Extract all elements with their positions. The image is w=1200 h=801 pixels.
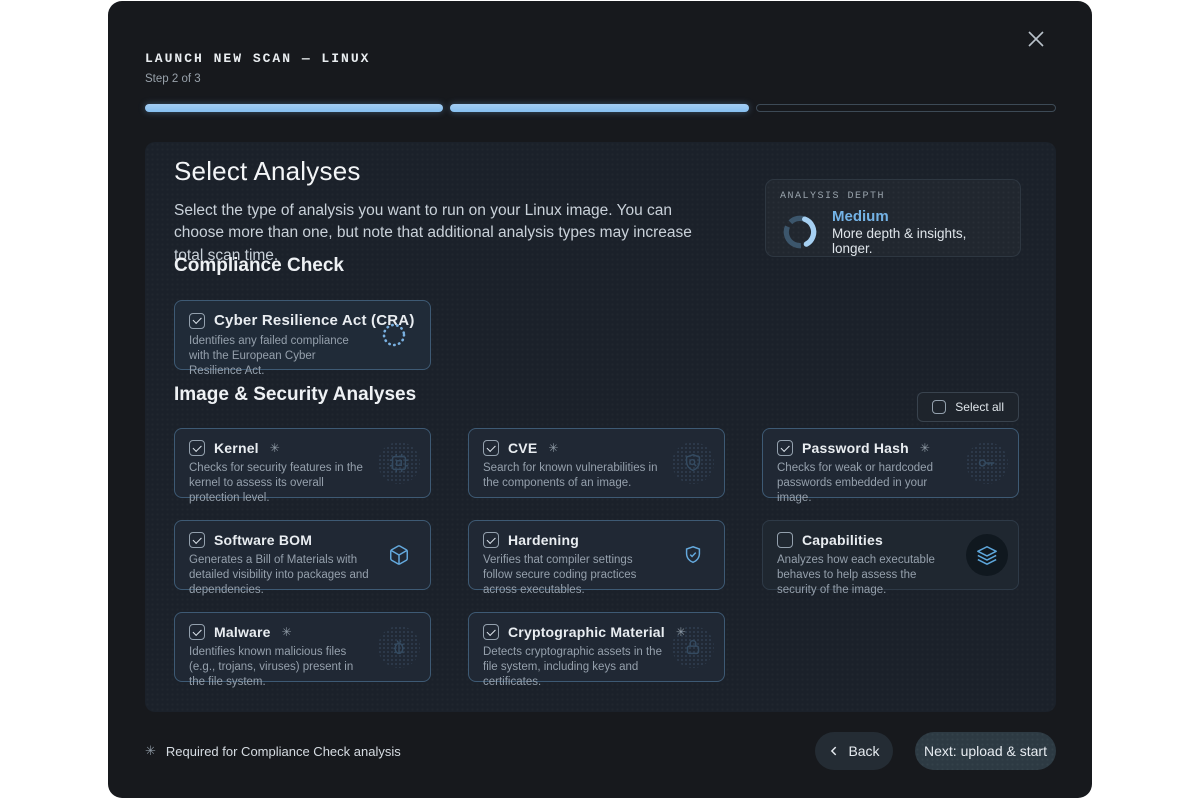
- select-all-label: Select all: [955, 400, 1004, 414]
- analysis-card-kernel[interactable]: Kernel Checks for security features in t…: [174, 428, 431, 498]
- analysis-card-password-hash[interactable]: Password Hash Checks for weak or hardcod…: [762, 428, 1019, 498]
- analysis-card-hardening[interactable]: Hardening Verifies that compiler setting…: [468, 520, 725, 590]
- select-all-button[interactable]: Select all: [917, 392, 1019, 422]
- required-asterisk-icon: [282, 625, 292, 639]
- compliance-section-heading: Compliance Check: [174, 255, 344, 277]
- progress-segment-2: [450, 104, 748, 112]
- card-label: Kernel: [214, 440, 259, 456]
- analysis-card-software-bom[interactable]: Software BOM Generates a Bill of Materia…: [174, 520, 431, 590]
- launch-scan-modal: LAUNCH NEW SCAN — LINUX Step 2 of 3 Sele…: [108, 1, 1092, 798]
- analysis-card-cryptographic-material[interactable]: Cryptographic Material Detects cryptogra…: [468, 612, 725, 682]
- progress-segment-1: [145, 104, 443, 112]
- analysis-depth-label: ANALYSIS DEPTH: [780, 191, 1006, 202]
- back-button-label: Back: [848, 743, 879, 759]
- cve-checkbox[interactable]: [483, 440, 499, 456]
- security-section-heading: Image & Security Analyses: [174, 384, 416, 406]
- dotted-circle-icon: [380, 321, 408, 349]
- depth-value: Medium: [832, 208, 1006, 225]
- software-bom-checkbox[interactable]: [189, 532, 205, 548]
- card-label: Malware: [214, 624, 271, 640]
- card-label: Password Hash: [802, 440, 909, 456]
- modal-footer: Required for Compliance Check analysis B…: [145, 732, 1056, 770]
- cra-checkbox[interactable]: [189, 313, 205, 329]
- analysis-card-cra[interactable]: Cyber Resilience Act (CRA) Identifies an…: [174, 300, 431, 370]
- shield-check-icon: [672, 534, 714, 576]
- analysis-card-malware[interactable]: Malware Identifies known malicious files…: [174, 612, 431, 682]
- gauge-ring-icon: [780, 212, 820, 252]
- required-asterisk-icon: [145, 743, 156, 759]
- capabilities-checkbox[interactable]: [777, 532, 793, 548]
- page-title: Select Analyses: [174, 156, 361, 187]
- back-button[interactable]: Back: [815, 732, 893, 770]
- key-icon: [966, 442, 1008, 484]
- layers-icon: [966, 534, 1008, 576]
- card-label: Hardening: [508, 532, 579, 548]
- card-label: Capabilities: [802, 532, 883, 548]
- kernel-checkbox[interactable]: [189, 440, 205, 456]
- cryptographic-material-checkbox[interactable]: [483, 624, 499, 640]
- select-all-checkbox[interactable]: [932, 400, 946, 414]
- step-indicator: Step 2 of 3: [145, 73, 370, 85]
- chevron-left-icon: [828, 745, 840, 757]
- depth-description: More depth & insights, longer.: [832, 226, 1006, 256]
- analyses-panel: Select Analyses Select the type of analy…: [145, 142, 1056, 712]
- modal-title: LAUNCH NEW SCAN — LINUX: [145, 51, 370, 66]
- required-note-text: Required for Compliance Check analysis: [166, 744, 401, 759]
- lock-icon: [672, 626, 714, 668]
- malware-checkbox[interactable]: [189, 624, 205, 640]
- analysis-card-cve[interactable]: CVE Search for known vulnerabilities in …: [468, 428, 725, 498]
- card-label: Cryptographic Material: [508, 624, 665, 640]
- bug-icon: [378, 626, 420, 668]
- next-button[interactable]: Next: upload & start: [915, 732, 1056, 770]
- password-hash-checkbox[interactable]: [777, 440, 793, 456]
- required-note: Required for Compliance Check analysis: [145, 743, 401, 759]
- progress-bar: [145, 104, 1056, 112]
- analysis-card-capabilities[interactable]: Capabilities Analyzes how each executabl…: [762, 520, 1019, 590]
- modal-header: LAUNCH NEW SCAN — LINUX Step 2 of 3: [145, 51, 370, 85]
- required-asterisk-icon: [270, 441, 280, 455]
- required-asterisk-icon: [548, 441, 558, 455]
- security-cards-grid: Kernel Checks for security features in t…: [174, 428, 1019, 682]
- close-icon[interactable]: [1022, 25, 1050, 53]
- required-asterisk-icon: [920, 441, 930, 455]
- hardening-checkbox[interactable]: [483, 532, 499, 548]
- analysis-depth-card: ANALYSIS DEPTH Medium More depth & insig…: [765, 179, 1021, 257]
- card-label: CVE: [508, 440, 537, 456]
- shield-search-icon: [672, 442, 714, 484]
- progress-segment-3: [756, 104, 1056, 112]
- cpu-icon: [378, 442, 420, 484]
- next-button-label: Next: upload & start: [924, 743, 1047, 759]
- package-icon: [378, 534, 420, 576]
- card-label: Software BOM: [214, 532, 312, 548]
